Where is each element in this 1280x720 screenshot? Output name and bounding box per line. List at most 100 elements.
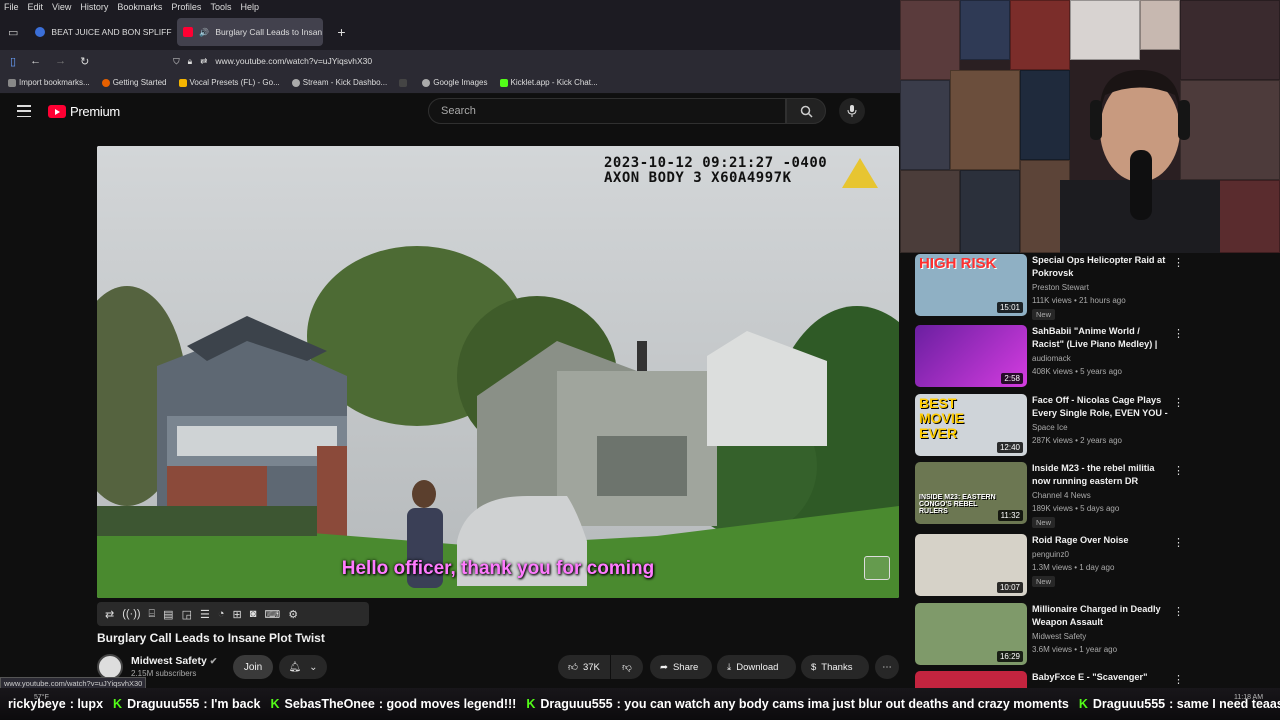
new-badge: New [1032,576,1056,587]
recommended-video[interactable]: BEST MOVIE EVER 12:40 Face Off - Nicolas… [915,394,1235,460]
permissions-icon[interactable]: ⇄ [200,56,207,67]
bookmark-google-images[interactable]: Google Images [422,78,488,87]
search-icon[interactable] [786,98,826,124]
recommended-video[interactable]: HIGH RISK 15:01 Special Ops Helicopter R… [915,254,1235,320]
globe-icon [291,78,300,87]
timestamp-line1: 2023-10-12 09:21:27 -0400 [604,155,828,171]
dislike-button[interactable]: 👎︎ [611,655,643,679]
camera-icon[interactable]: ◙ [250,608,257,620]
recommended-channel[interactable]: Preston Stewart [1032,283,1089,292]
add-icon[interactable]: ⊞ [233,608,242,621]
menu-history[interactable]: History [80,2,108,12]
taskbar-clock[interactable]: 11:18 AM [1234,694,1263,701]
channel-name[interactable]: Midwest Safety ✔ [131,655,217,667]
recommended-video[interactable]: BabyFxce E - "Scavenger" ⋮ [915,671,1235,688]
microphone-icon[interactable] [839,98,865,124]
shield-icon[interactable]: ⛉ [173,56,179,67]
video-thumbnail[interactable]: HIGH RISK 15:01 [915,254,1027,316]
more-vert-icon[interactable]: ⋮ [1173,464,1184,477]
audio-icon[interactable]: ((·)) [122,608,140,620]
search-input[interactable]: Search [428,98,786,124]
youtube-premium-logo[interactable]: Premium [48,104,120,119]
more-vert-icon[interactable]: ⋮ [1173,256,1184,269]
playlist-icon[interactable]: ▤ [163,608,173,621]
recommended-channel[interactable]: Channel 4 News [1032,491,1091,500]
video-thumbnail[interactable]: 16:29 [915,603,1027,665]
menu-bookmarks[interactable]: Bookmarks [117,2,162,12]
menu-file[interactable]: File [4,2,19,12]
bodycam-timestamp: 2023-10-12 09:21:27 -0400 AXON BODY 3 X6… [604,156,827,186]
video-thumbnail[interactable]: 2:58 [915,325,1027,387]
recommended-title[interactable]: BabyFxce E - "Scavenger" [1032,671,1168,684]
tab-beat-juice[interactable]: BEAT JUICE AND BON SPLIFF - ✕ [29,18,174,46]
sidebar-toggle-icon[interactable]: ▯ [10,55,16,68]
more-vert-icon[interactable]: ⋮ [1173,536,1184,549]
more-actions-button[interactable]: ⋯ [875,655,899,679]
recommended-title[interactable]: SahBabii "Anime World / Racist" (Live Pi… [1032,325,1168,351]
recommended-video[interactable]: 16:29 Millionaire Charged in Deadly Weap… [915,603,1235,669]
join-button[interactable]: Join [233,655,273,679]
profile-icon [35,27,46,37]
subscribe-bell-button[interactable]: 🔔︎ ⌄ [279,655,327,679]
bookmarks-bar: Import bookmarks... Getting Started Voca… [0,72,900,94]
recommended-title[interactable]: Millionaire Charged in Deadly Weapon Ass… [1032,603,1168,629]
bookmark-s[interactable] [399,78,410,87]
bookmark-import[interactable]: Import bookmarks... [8,78,90,87]
speed-icon[interactable]: ◔ [218,608,225,620]
globe-icon [422,78,431,87]
video-thumbnail[interactable]: BEST MOVIE EVER 12:40 [915,394,1027,456]
recommended-channel[interactable]: Space Ice [1032,423,1068,432]
back-icon[interactable]: ← [30,55,41,67]
share-button[interactable]: ➦ Share [650,655,712,679]
channel-watermark-icon[interactable] [864,556,890,580]
keyboard-icon[interactable]: ⌨ [264,608,280,621]
taskbar-weather[interactable]: 57°F [34,694,49,701]
recommended-channel[interactable]: audiomack [1032,354,1071,363]
more-vert-icon[interactable]: ⋮ [1173,327,1184,340]
url-bar[interactable]: ⛉ 🔒︎ ⇄ www.youtube.com/watch?v=uJYiqsvhX… [173,56,372,67]
menu-tools[interactable]: Tools [210,2,231,12]
lock-icon[interactable]: 🔒︎ [188,56,193,67]
bookmark-kicklet[interactable]: Kicklet.app - Kick Chat... [499,78,598,87]
url-text[interactable]: www.youtube.com/watch?v=uJYiqsvhX30 [215,56,372,66]
forward-icon[interactable]: → [55,55,66,67]
recommended-video[interactable]: 10:07 Roid Rage Over Noise penguinz0 1.3… [915,534,1235,600]
recommended-title[interactable]: Inside M23 - the rebel militia now runni… [1032,462,1168,488]
menu-edit[interactable]: Edit [28,2,44,12]
recommended-channel[interactable]: penguinz0 [1032,550,1069,559]
list-icon[interactable]: ☰ [200,608,210,621]
video-thumbnail[interactable]: INSIDE M23: EASTERN CONGO'S REBEL RULERS… [915,462,1027,524]
bookmark-getting-started[interactable]: Getting Started [101,78,167,87]
more-vert-icon[interactable]: ⋮ [1173,605,1184,618]
menu-view[interactable]: View [52,2,71,12]
menu-profiles[interactable]: Profiles [171,2,201,12]
recommended-title[interactable]: Special Ops Helicopter Raid at Pokrovsk [1032,254,1168,280]
bookmark-kick-dashboard[interactable]: Stream - Kick Dashbo... [291,78,387,87]
recommended-channel[interactable]: Midwest Safety [1032,632,1086,641]
recommended-title[interactable]: Roid Rage Over Noise [1032,534,1168,547]
video-duration: 15:01 [996,302,1023,313]
gear-icon[interactable]: ⚙ [288,608,298,621]
download-button[interactable]: ⤓ Download [717,655,796,679]
video-thumbnail[interactable] [915,671,1027,688]
recommended-video[interactable]: 2:58 SahBabii "Anime World / Racist" (Li… [915,325,1235,391]
like-button[interactable]: 👍︎ 37K [558,655,610,679]
speaker-icon[interactable]: 🔊 [199,28,209,37]
new-tab-button[interactable]: + [337,24,345,40]
thanks-button[interactable]: $ Thanks [801,655,869,679]
video-player[interactable] [97,146,899,598]
more-vert-icon[interactable]: ⋮ [1173,673,1184,686]
loop-icon[interactable]: ⇄ [105,608,114,621]
tab-overview-icon[interactable]: ▭ [8,26,18,39]
recommended-title[interactable]: Face Off - Nicolas Cage Plays Every Sing… [1032,394,1168,420]
video-thumbnail[interactable]: 10:07 [915,534,1027,596]
pip-icon[interactable]: ◲ [182,608,192,621]
bookmark-vocal-presets[interactable]: Vocal Presets (FL) - Go... [178,78,280,87]
reload-icon[interactable]: ↻ [80,55,89,68]
menu-help[interactable]: Help [240,2,259,12]
recommended-video[interactable]: INSIDE M23: EASTERN CONGO'S REBEL RULERS… [915,462,1235,528]
tab-burglary-call[interactable]: 🔊 Burglary Call Leads to Insan ✕ [177,18,324,46]
more-vert-icon[interactable]: ⋮ [1173,396,1184,409]
video-settings-icon[interactable]: ⌸ [149,608,156,621]
hamburger-menu-icon[interactable] [17,105,31,117]
